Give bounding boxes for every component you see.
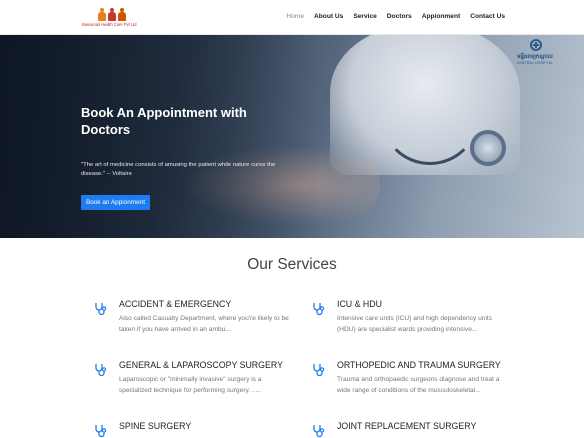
nav-item-home[interactable]: Home (286, 13, 304, 20)
hero-image-stethoscope (470, 130, 506, 166)
main-nav: Home About Us Service Doctors Appionment… (286, 13, 505, 20)
medical-cross-icon (535, 42, 537, 48)
service-description: Intensive care units (ICU) and high depe… (337, 315, 493, 333)
hospital-logo-script: មន្ទីរពេទ្យកណ្តាល (517, 54, 553, 60)
company-logo[interactable]: Basavnali Health Care Pvt Ltd (82, 8, 142, 30)
nav-item-service[interactable]: Service (353, 13, 376, 20)
logo-text: Basavnali Health Care Pvt Ltd (82, 22, 137, 27)
stethoscope-icon (313, 425, 325, 438)
service-title: ICU & HDU (337, 299, 382, 309)
family-figures-icon (98, 8, 126, 21)
hospital-logo: មន្ទីរពេទ្យកណ្តាល CENTRAL HOSPITAL (510, 39, 560, 69)
service-description: Trauma and orthopaedic surgeons diagnose… (337, 376, 500, 394)
service-title: ACCIDENT & EMERGENCY (119, 299, 232, 309)
service-title: GENERAL & LAPAROSCOPY SURGERY (119, 360, 283, 370)
hero-quote: "The art of medicine consists of amusing… (81, 162, 276, 177)
hero-carousel: មន្ទីរពេទ្យកណ្តាល CENTRAL HOSPITAL Book … (0, 35, 584, 238)
book-appointment-button[interactable]: Book an Appionment (81, 195, 150, 210)
hospital-logo-subtitle: CENTRAL HOSPITAL (516, 61, 554, 65)
service-title: ORTHOPEDIC AND TRAUMA SURGERY (337, 360, 501, 370)
service-description: Also called Casualty Department, where y… (119, 315, 289, 333)
nav-item-appointment[interactable]: Appionment (422, 13, 460, 20)
nav-item-about-us[interactable]: About Us (314, 13, 343, 20)
site-header: Basavnali Health Care Pvt Ltd Home About… (0, 0, 584, 35)
nav-item-contact-us[interactable]: Contact Us (470, 13, 505, 20)
stethoscope-icon (313, 364, 325, 377)
service-title: JOINT REPLACEMENT SURGERY (337, 421, 477, 431)
stethoscope-icon (95, 364, 107, 377)
service-title: SPINE SURGERY (119, 421, 192, 431)
stethoscope-icon (95, 425, 107, 438)
services-title: Our Services (247, 256, 337, 273)
service-description: Laparoscopic or "minimally invasive" sur… (119, 376, 262, 394)
hero-title: Book An Appointment with Doctors (81, 105, 247, 137)
stethoscope-icon (313, 303, 325, 316)
nav-item-doctors[interactable]: Doctors (387, 13, 412, 20)
stethoscope-icon (95, 303, 107, 316)
